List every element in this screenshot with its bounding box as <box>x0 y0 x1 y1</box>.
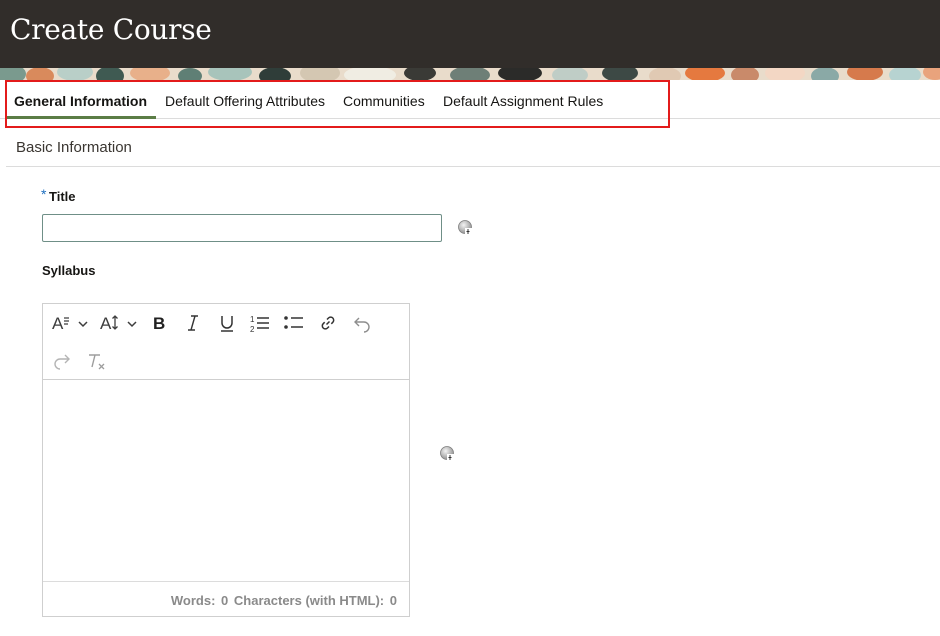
tab-default-offering-attributes[interactable]: Default Offering Attributes <box>165 93 325 109</box>
decorative-banner <box>0 68 940 80</box>
words-count: 0 <box>221 593 229 608</box>
tab-default-assignment-rules[interactable]: Default Assignment Rules <box>443 93 603 109</box>
help-icon[interactable] <box>458 220 474 236</box>
page-header: Create Course <box>0 0 940 68</box>
syllabus-label: Syllabus <box>42 263 96 278</box>
title-input[interactable] <box>42 214 442 242</box>
section-title: Basic Information <box>16 139 132 156</box>
italic-icon <box>188 315 198 331</box>
bullet-list-button[interactable] <box>282 311 306 335</box>
clear-formatting-button[interactable] <box>85 349 109 373</box>
numbered-list-icon: 1 2 <box>250 315 269 333</box>
bullet-list-icon <box>284 316 303 329</box>
font-style-icon: A <box>52 314 88 333</box>
help-icon[interactable] <box>440 446 456 462</box>
svg-text:1: 1 <box>250 315 255 324</box>
svg-text:A: A <box>52 314 64 333</box>
active-tab-indicator <box>6 116 156 119</box>
tab-communities[interactable]: Communities <box>343 93 425 109</box>
svg-text:B: B <box>153 314 165 333</box>
word-character-count: Words: 0 Characters (with HTML): 0 <box>169 593 397 608</box>
tab-general-information[interactable]: General Information <box>14 93 147 109</box>
editor-toolbar: A A B 1 2 <box>43 304 409 380</box>
link-icon <box>321 316 335 330</box>
svg-text:A: A <box>100 314 112 333</box>
link-button[interactable] <box>316 311 340 335</box>
characters-count: 0 <box>389 593 397 608</box>
syllabus-content-area[interactable] <box>43 381 409 581</box>
tab-bar: General Information Default Offering Att… <box>0 80 940 119</box>
characters-label: Characters (with HTML): <box>233 593 385 608</box>
svg-text:2: 2 <box>250 325 255 333</box>
syllabus-rich-text-editor: A A B 1 2 Words: 0 Characters (with HTML… <box>42 303 410 617</box>
undo-icon <box>354 317 370 333</box>
bold-icon: B <box>153 314 165 333</box>
underline-button[interactable] <box>215 311 239 335</box>
numbered-list-button[interactable]: 1 2 <box>248 311 272 335</box>
font-size-icon: A <box>100 314 137 333</box>
redo-button[interactable] <box>50 349 74 373</box>
italic-button[interactable] <box>181 311 205 335</box>
redo-icon <box>54 354 70 370</box>
required-indicator: * <box>41 186 47 202</box>
title-label: Title <box>49 189 76 204</box>
font-size-dropdown[interactable]: A <box>99 311 139 335</box>
bold-button[interactable]: B <box>147 311 171 335</box>
page-title: Create Course <box>10 13 212 46</box>
clear-formatting-icon <box>89 354 105 370</box>
underline-icon <box>221 316 233 332</box>
words-label: Words: <box>170 593 216 608</box>
font-style-dropdown[interactable]: A <box>51 311 89 335</box>
section-divider <box>6 166 940 167</box>
editor-status-bar: Words: 0 Characters (with HTML): 0 <box>43 581 409 616</box>
undo-button[interactable] <box>350 311 374 335</box>
